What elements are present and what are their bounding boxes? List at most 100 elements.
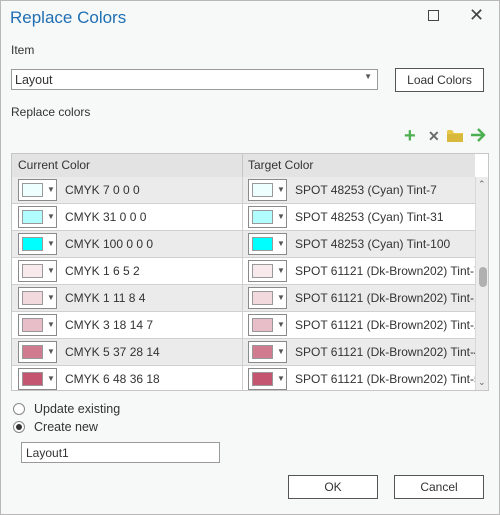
scroll-thumb[interactable]: [479, 267, 487, 287]
scroll-up-icon[interactable]: ⌃: [478, 179, 486, 190]
current-color-cell: ▼ CMYK 100 0 0 0: [12, 231, 242, 257]
current-color-cell: ▼ CMYK 7 0 0 0: [12, 177, 242, 203]
current-color-picker[interactable]: ▼: [18, 368, 57, 390]
apply-arrow-icon[interactable]: [470, 128, 486, 147]
close-icon[interactable]: ✕: [469, 6, 484, 24]
target-color-picker[interactable]: ▼: [248, 368, 287, 390]
current-color-text: CMYK 3 18 14 7: [65, 318, 154, 332]
chevron-down-icon: ▼: [47, 239, 55, 248]
target-color-picker[interactable]: ▼: [248, 179, 287, 201]
table-row[interactable]: ▼ CMYK 3 18 14 7 ▼ SPOT 61121 (Dk-Brown202)…: [12, 312, 487, 339]
load-colors-button[interactable]: Load Colors: [395, 68, 484, 92]
chevron-down-icon: ▼: [277, 266, 285, 275]
target-color-text: SPOT 61121 (Dk-Brown202) Tint-21: [295, 318, 488, 332]
add-icon[interactable]: +: [404, 126, 416, 146]
current-color-text: CMYK 1 6 5 2: [65, 264, 140, 278]
chevron-down-icon: ▼: [47, 320, 55, 329]
color-swatch: [22, 210, 43, 224]
current-color-cell: ▼ CMYK 1 11 8 4: [12, 285, 242, 311]
scroll-down-icon[interactable]: ⌄: [478, 377, 486, 388]
table-row[interactable]: ▼ CMYK 100 0 0 0 ▼ SPOT 48253 (Cyan) Tint-1…: [12, 231, 475, 258]
target-color-cell: ▼ SPOT 61121 (Dk-Brown202) Tint-42: [243, 339, 487, 365]
color-swatch: [252, 345, 273, 359]
chevron-down-icon: ▼: [47, 185, 55, 194]
current-color-text: CMYK 5 37 28 14: [65, 345, 160, 359]
ok-button[interactable]: OK: [288, 475, 378, 499]
item-dropdown[interactable]: Layout ▼: [11, 69, 378, 90]
current-color-cell: ▼ CMYK 3 18 14 7: [12, 312, 242, 338]
current-color-picker[interactable]: ▼: [18, 233, 57, 255]
column-header-current[interactable]: Current Color: [18, 158, 90, 172]
target-color-picker[interactable]: ▼: [248, 314, 287, 336]
vertical-scrollbar[interactable]: ⌃ ⌄: [475, 177, 488, 390]
new-layout-name-input[interactable]: [21, 442, 220, 463]
table-row[interactable]: ▼ CMYK 1 6 5 2 ▼ SPOT 61121 (Dk-Brown202) T…: [12, 258, 481, 285]
color-swatch: [252, 210, 273, 224]
table-row[interactable]: ▼ CMYK 7 0 0 0 ▼ SPOT 48253 (Cyan) Tint-7: [12, 177, 475, 204]
chevron-down-icon: ▼: [277, 320, 285, 329]
update-existing-radio[interactable]: [13, 403, 25, 415]
cancel-button[interactable]: Cancel: [394, 475, 484, 499]
color-swatch: [252, 318, 273, 332]
current-color-text: CMYK 6 48 36 18: [65, 372, 160, 386]
target-color-picker[interactable]: ▼: [248, 260, 287, 282]
current-color-cell: ▼ CMYK 6 48 36 18: [12, 366, 242, 390]
current-color-text: CMYK 7 0 0 0: [65, 183, 140, 197]
chevron-down-icon: ▼: [47, 293, 55, 302]
target-color-picker[interactable]: ▼: [248, 233, 287, 255]
remove-icon[interactable]: ✕: [428, 127, 440, 145]
current-color-text: CMYK 100 0 0 0: [65, 237, 154, 251]
current-color-cell: ▼ CMYK 5 37 28 14: [12, 339, 242, 365]
current-color-picker[interactable]: ▼: [18, 206, 57, 228]
target-color-cell: ▼ SPOT 61121 (Dk-Brown202) Tint-21: [243, 312, 487, 338]
table-row[interactable]: ▼ CMYK 31 0 0 0 ▼ SPOT 48253 (Cyan) Tint-31: [12, 204, 475, 231]
chevron-down-icon: ▼: [277, 374, 285, 383]
chevron-down-icon: ▼: [364, 72, 372, 81]
target-color-cell: ▼ SPOT 48253 (Cyan) Tint-100: [243, 231, 475, 257]
chevron-down-icon: ▼: [277, 239, 285, 248]
target-color-picker[interactable]: ▼: [248, 341, 287, 363]
current-color-cell: ▼ CMYK 1 6 5 2: [12, 258, 242, 284]
target-color-picker[interactable]: ▼: [248, 206, 287, 228]
target-color-cell: ▼ SPOT 48253 (Cyan) Tint-31: [243, 204, 475, 230]
table-row[interactable]: ▼ CMYK 1 11 8 4 ▼ SPOT 61121 (Dk-Brown202) …: [12, 285, 487, 312]
current-color-picker[interactable]: ▼: [18, 314, 57, 336]
target-color-picker[interactable]: ▼: [248, 287, 287, 309]
target-color-cell: ▼ SPOT 61121 (Dk-Brown202) Tint-7: [243, 258, 481, 284]
target-color-cell: ▼ SPOT 61121 (Dk-Brown202) Tint-12: [243, 285, 487, 311]
current-color-picker[interactable]: ▼: [18, 287, 57, 309]
color-swatch: [22, 183, 43, 197]
chevron-down-icon: ▼: [277, 212, 285, 221]
color-swatch: [22, 318, 43, 332]
chevron-down-icon: ▼: [47, 374, 55, 383]
column-separator: [242, 154, 243, 177]
color-swatch: [252, 237, 273, 251]
current-color-picker[interactable]: ▼: [18, 179, 57, 201]
chevron-down-icon: ▼: [277, 347, 285, 356]
table-row[interactable]: ▼ CMYK 6 48 36 18 ▼ SPOT 61121 (Dk-Brown202…: [12, 366, 487, 390]
maximize-icon[interactable]: [428, 10, 439, 21]
column-header-target[interactable]: Target Color: [248, 158, 313, 172]
color-swatch: [252, 183, 273, 197]
current-color-cell: ▼ CMYK 31 0 0 0: [12, 204, 242, 230]
target-color-text: SPOT 61121 (Dk-Brown202) Tint-12: [295, 291, 488, 305]
current-color-picker[interactable]: ▼: [18, 260, 57, 282]
chevron-down-icon: ▼: [47, 266, 55, 275]
update-existing-label[interactable]: Update existing: [34, 402, 120, 416]
item-label: Item: [11, 43, 35, 57]
create-new-label[interactable]: Create new: [34, 420, 98, 434]
target-color-text: SPOT 61121 (Dk-Brown202) Tint-42: [295, 345, 488, 359]
color-grid: Current Color Target Color ▼ CMYK 7 0 0 0…: [11, 153, 489, 391]
chevron-down-icon: ▼: [277, 185, 285, 194]
table-row[interactable]: ▼ CMYK 5 37 28 14 ▼ SPOT 61121 (Dk-Brown202…: [12, 339, 487, 366]
target-color-text: SPOT 61121 (Dk-Brown202) Tint-54: [295, 372, 488, 386]
color-swatch: [22, 264, 43, 278]
target-color-text: SPOT 61121 (Dk-Brown202) Tint-7: [295, 264, 481, 278]
folder-icon[interactable]: [447, 129, 464, 148]
color-swatch: [252, 264, 273, 278]
chevron-down-icon: ▼: [277, 293, 285, 302]
target-color-cell: ▼ SPOT 61121 (Dk-Brown202) Tint-54: [243, 366, 487, 390]
current-color-picker[interactable]: ▼: [18, 341, 57, 363]
create-new-radio[interactable]: [13, 421, 25, 433]
target-color-text: SPOT 48253 (Cyan) Tint-31: [295, 210, 444, 224]
